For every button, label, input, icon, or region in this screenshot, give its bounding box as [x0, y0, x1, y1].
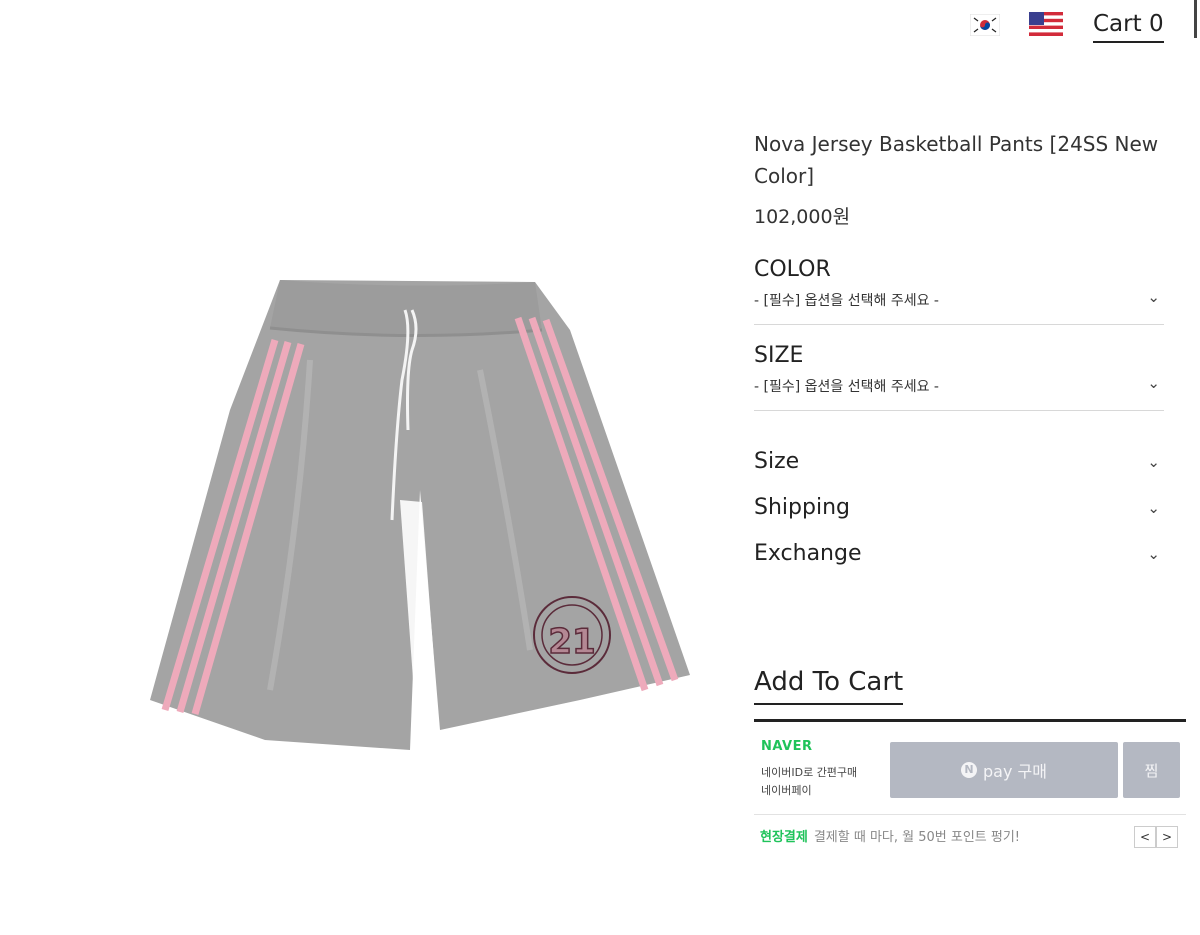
accordion-size-label: Size: [754, 449, 800, 474]
chevron-down-icon: ⌄: [1147, 374, 1160, 392]
divider: [754, 814, 1186, 815]
scrollbar[interactable]: [1194, 0, 1197, 38]
prev-button[interactable]: <: [1134, 826, 1156, 848]
color-select[interactable]: - [필수] 옵션을 선택해 주세요 - ⌄: [754, 282, 1164, 325]
chevron-down-icon: ⌄: [1147, 453, 1160, 471]
naver-pay-button[interactable]: N pay 구매: [890, 742, 1118, 798]
promo-pager: < >: [1134, 826, 1178, 848]
option-color: COLOR - [필수] 옵션을 선택해 주세요 - ⌄: [754, 257, 1164, 325]
product-title: Nova Jersey Basketball Pants [24SS New C…: [754, 132, 1159, 188]
accordion: Size ⌄ Shipping ⌄ Exchange ⌄: [754, 439, 1164, 577]
naver-logo: NAVER: [761, 739, 813, 754]
option-label-size: SIZE: [754, 343, 804, 368]
promo-body: 결제할 때 마다, 월 50번 포인트 펑기!: [813, 830, 1021, 845]
accordion-size[interactable]: Size ⌄: [754, 439, 1164, 485]
size-select-value: - [필수] 옵션을 선택해 주세요 -: [754, 379, 939, 395]
option-label-color: COLOR: [754, 257, 831, 282]
naver-pay-box: NAVER 네이버ID로 간편구매 네이버페이 N pay 구매 찜: [754, 734, 1186, 814]
naver-desc-2: 네이버페이: [761, 784, 812, 797]
chevron-down-icon: ⌄: [1147, 288, 1160, 306]
accordion-shipping-label: Shipping: [754, 495, 850, 520]
accordion-exchange-label: Exchange: [754, 541, 862, 566]
chevron-down-icon: ⌄: [1147, 545, 1160, 563]
add-to-cart-button[interactable]: Add To Cart: [754, 667, 904, 705]
product-image: 21: [150, 280, 690, 750]
logo-number: 21: [548, 622, 595, 662]
product-info: Nova Jersey Basketball Pants [24SS New C…: [754, 128, 1164, 577]
divider: [754, 719, 1186, 722]
naver-pay-label: pay 구매: [983, 762, 1047, 781]
chevron-down-icon: ⌄: [1147, 499, 1160, 517]
promo-text: 현장결제 결제할 때 마다, 월 50번 포인트 펑기!: [760, 826, 1020, 845]
wishlist-button[interactable]: 찜: [1123, 742, 1180, 798]
next-button[interactable]: >: [1156, 826, 1178, 848]
naver-n-icon: N: [961, 762, 978, 778]
accordion-exchange[interactable]: Exchange ⌄: [754, 531, 1164, 577]
product-price: 102,000원: [754, 206, 851, 228]
naver-desc-1: 네이버ID로 간편구매: [761, 766, 858, 779]
accordion-shipping[interactable]: Shipping ⌄: [754, 485, 1164, 531]
size-select[interactable]: - [필수] 옵션을 선택해 주세요 - ⌄: [754, 368, 1164, 411]
cart-link[interactable]: Cart 0: [1093, 10, 1164, 43]
korea-flag-icon[interactable]: [970, 14, 1000, 36]
promo-strong: 현장결제: [760, 830, 808, 845]
option-size: SIZE - [필수] 옵션을 선택해 주세요 - ⌄: [754, 343, 1164, 411]
usa-flag-icon[interactable]: [1029, 12, 1063, 36]
color-select-value: - [필수] 옵션을 선택해 주세요 -: [754, 293, 939, 309]
